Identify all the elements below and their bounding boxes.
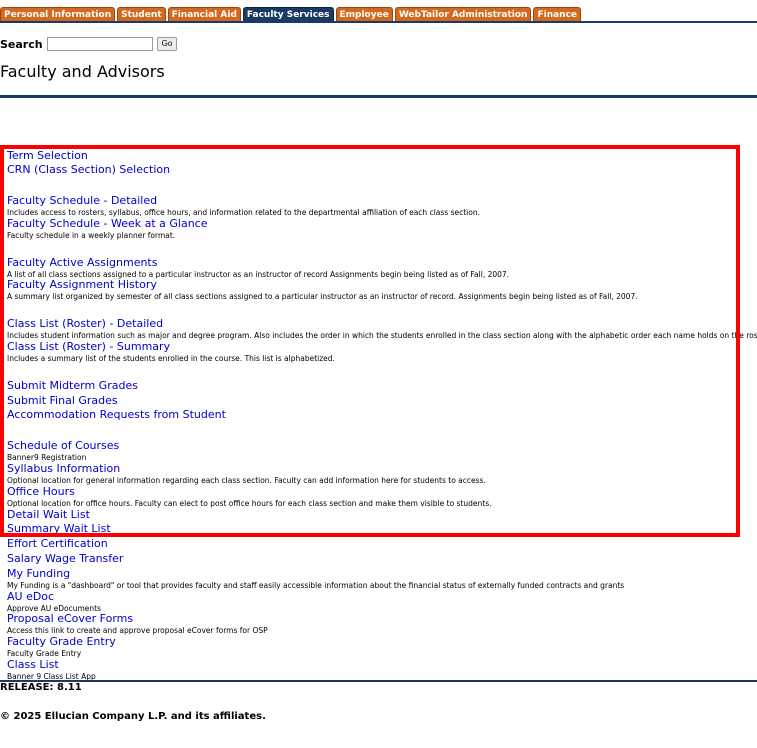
menu-item: Salary Wage Transfer [7,552,123,565]
menu-item: Submit Midterm Grades [7,379,138,392]
menu-link[interactable]: Class List [7,658,96,671]
menu-item: AU eDoc Approve AU eDocuments [7,590,101,613]
menu-item: Proposal eCover Forms Access this link to… [7,612,268,635]
menu-item: My Funding My Funding is a "dashboard" or… [7,567,624,590]
menu-link[interactable]: Submit Final Grades [7,394,118,407]
menu-link[interactable]: Faculty Assignment History [7,278,638,291]
menu-item: Office Hours Optional location for office… [7,485,492,508]
tab-student[interactable]: Student [117,7,166,22]
menu-item: Faculty Assignment History A summary list… [7,278,638,301]
go-button[interactable]: Go [156,37,178,51]
tab-finance[interactable]: Finance [533,7,582,22]
menu-item: Faculty Schedule - Week at a Glance Facul… [7,217,208,240]
search-label: Search [0,37,43,51]
menu-item: Effort Certification [7,537,108,550]
menu-link[interactable]: Proposal eCover Forms [7,612,268,625]
menu-item-description: Optional location for general informatio… [7,476,486,485]
menu-item-description: Includes access to rosters, syllabus, of… [7,208,480,217]
menu-link[interactable]: Office Hours [7,485,492,498]
menu-item: Detail Wait List [7,508,90,521]
menu-item-description: Includes a summary list of the students … [7,354,335,363]
menu-link[interactable]: My Funding [7,567,624,580]
release-version: RELEASE: 8.11 [0,682,82,693]
menu-link[interactable]: Class List (Roster) - Detailed [7,317,757,330]
menu-item: Faculty Grade Entry Faculty Grade Entry [7,635,116,658]
menu-item: Accommodation Requests from Student [7,408,226,421]
menu-link[interactable]: Syllabus Information [7,462,486,475]
menu-item: Class List Banner 9 Class List App [7,658,96,681]
search-row: Search Go [0,37,178,51]
menu-item: Class List (Roster) - Detailed Includes s… [7,317,757,340]
copyright-text: © 2025 Ellucian Company L.P. and its aff… [0,711,266,722]
tab-bar: Personal Information Student Financial A… [0,7,583,22]
menu-item-description: A summary list organized by semester of … [7,292,638,301]
menu-item-description: Access this link to create and approve p… [7,626,268,635]
tab-divider [0,21,757,23]
menu-item: Term Selection [7,149,88,162]
menu-link[interactable]: Term Selection [7,149,88,162]
menu-link[interactable]: Faculty Active Assignments [7,256,509,269]
menu-link[interactable]: Faculty Schedule - Detailed [7,194,480,207]
menu-link[interactable]: Faculty Schedule - Week at a Glance [7,217,208,230]
menu-item: Faculty Schedule - Detailed Includes acce… [7,194,480,217]
menu-item-description: Faculty Grade Entry [7,649,82,658]
page-title: Faculty and Advisors [0,62,165,81]
menu-item: Syllabus Information Optional location fo… [7,462,486,485]
menu-item: Schedule of Courses Banner9 Registration [7,439,119,462]
menu-link[interactable]: Schedule of Courses [7,439,119,452]
menu-link[interactable]: Class List (Roster) - Summary [7,340,335,353]
menu-link[interactable]: Accommodation Requests from Student [7,408,226,421]
menu-link[interactable]: Salary Wage Transfer [7,552,123,565]
tab-faculty-services[interactable]: Faculty Services [242,7,334,22]
menu-link[interactable]: CRN (Class Section) Selection [7,163,170,176]
menu-link[interactable]: Summary Wait List [7,522,111,535]
menu-item-description: Faculty schedule in a weekly planner for… [7,231,176,240]
title-divider [0,95,757,98]
menu-item: CRN (Class Section) Selection [7,163,170,176]
footer-divider [0,680,757,682]
menu-item-description: Banner9 Registration [7,453,87,462]
search-input[interactable] [46,37,153,51]
menu-item: Summary Wait List [7,522,111,535]
menu-link[interactable]: AU eDoc [7,590,101,603]
tab-webtailor-administration[interactable]: WebTailor Administration [394,7,532,22]
menu-item: Class List (Roster) - Summary Includes a … [7,340,335,363]
menu-link[interactable]: Effort Certification [7,537,108,550]
menu-link[interactable]: Submit Midterm Grades [7,379,138,392]
tab-employee[interactable]: Employee [335,7,393,22]
menu-item-description: Includes student information such as maj… [7,331,757,340]
menu-item-description: My Funding is a "dashboard" or tool that… [7,581,625,590]
menu-link[interactable]: Faculty Grade Entry [7,635,116,648]
menu-item: Faculty Active Assignments A list of all … [7,256,509,279]
tab-personal-information[interactable]: Personal Information [0,7,116,22]
menu-item-description: Optional location for office hours. Facu… [7,499,492,508]
menu-item: Submit Final Grades [7,394,118,407]
tab-financial-aid[interactable]: Financial Aid [167,7,241,22]
menu-link[interactable]: Detail Wait List [7,508,90,521]
